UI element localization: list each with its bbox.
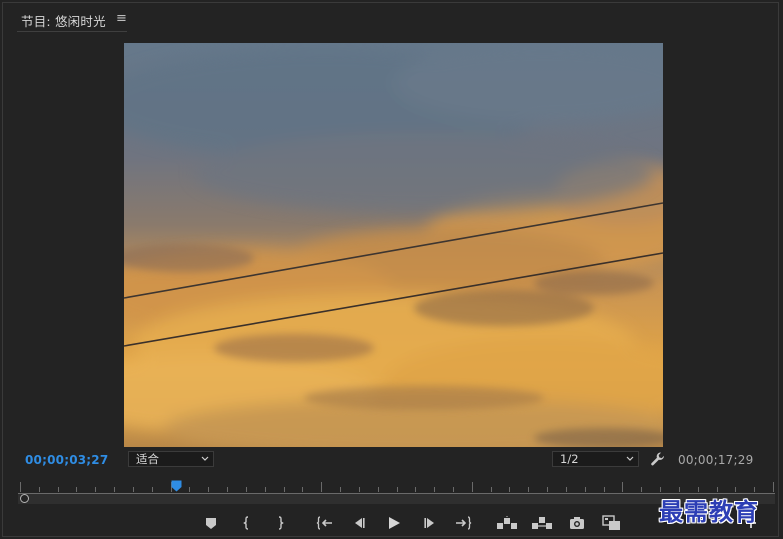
zoom-scroll-handle[interactable] <box>20 494 29 503</box>
mark-in-icon[interactable] <box>238 515 256 531</box>
playback-resolution-value: 1/2 <box>560 452 579 466</box>
step-forward-icon[interactable] <box>421 515 439 531</box>
playback-resolution-dropdown[interactable]: 1/2 <box>552 451 639 467</box>
chevron-down-icon <box>626 456 634 461</box>
zoom-level-dropdown[interactable]: 适合 <box>128 451 214 467</box>
tab-underline <box>17 31 127 32</box>
export-frame-icon[interactable] <box>568 515 586 531</box>
wrench-icon[interactable] <box>650 451 666 467</box>
zoom-level-value: 适合 <box>136 452 159 466</box>
panel-title[interactable]: 节目: 悠闲时光 <box>21 11 106 30</box>
lift-icon[interactable] <box>496 515 518 531</box>
chevron-down-icon <box>201 456 209 461</box>
add-marker-icon[interactable] <box>202 515 220 531</box>
current-timecode[interactable]: 00;00;03;27 <box>25 453 108 467</box>
video-frame-image <box>124 43 663 447</box>
mark-out-icon[interactable] <box>271 515 289 531</box>
go-to-in-icon[interactable] <box>316 515 334 531</box>
duration-timecode: 00;00;17;29 <box>678 453 754 467</box>
comparison-view-icon[interactable] <box>602 515 622 531</box>
step-back-icon[interactable] <box>350 515 368 531</box>
playhead-marker[interactable] <box>171 480 182 492</box>
watermark-text: 最需教育 <box>659 497 759 526</box>
program-monitor-viewer[interactable] <box>124 43 663 447</box>
play-icon[interactable] <box>385 515 403 531</box>
extract-icon[interactable] <box>531 515 553 531</box>
hamburger-menu-icon[interactable]: ≡ <box>116 11 127 26</box>
go-to-out-icon[interactable] <box>454 515 472 531</box>
